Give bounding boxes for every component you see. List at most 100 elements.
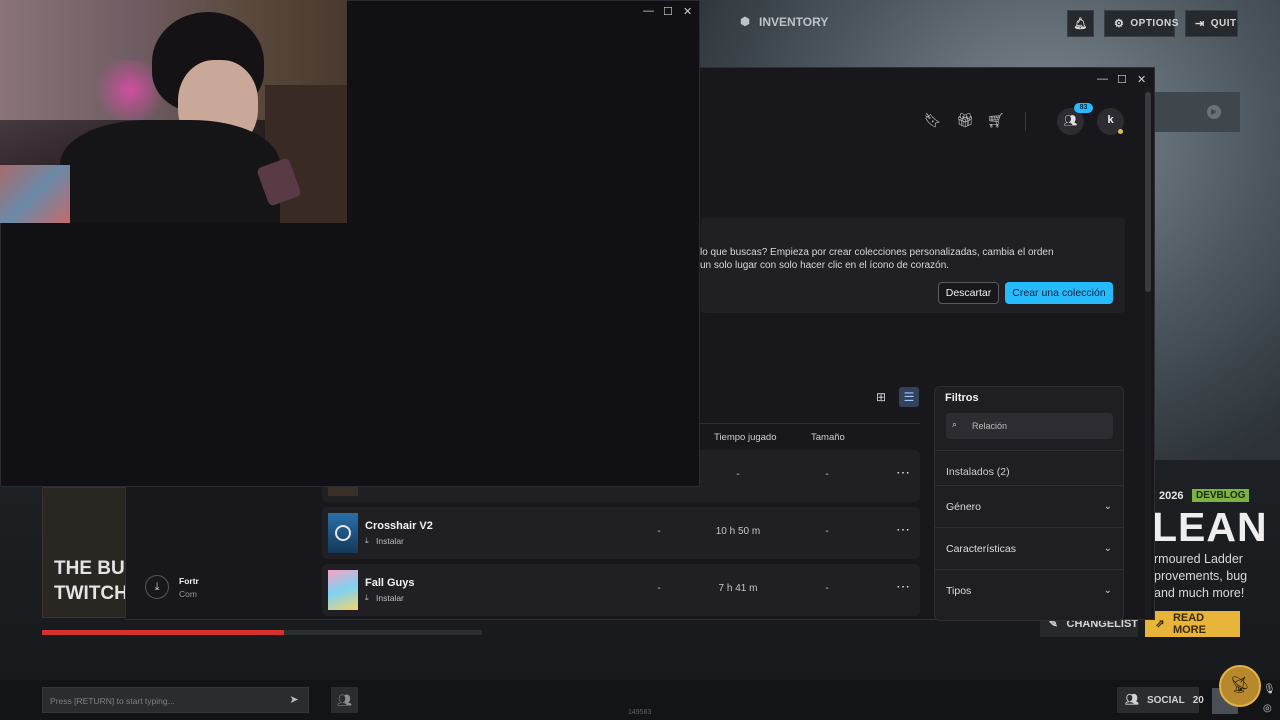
social-count: 20 bbox=[1192, 694, 1204, 706]
options-label: OPTIONS bbox=[1130, 18, 1179, 29]
read-more-label: READ MORE bbox=[1172, 612, 1206, 636]
minimize-icon[interactable]: — bbox=[643, 5, 654, 17]
list-view-button[interactable]: ☰ bbox=[899, 387, 919, 407]
install-icon[interactable]: ⤓ bbox=[365, 536, 369, 546]
inventory-tab[interactable]: ⬢ INVENTORY bbox=[738, 15, 828, 29]
play-icon: ▶ bbox=[1207, 105, 1221, 119]
filter-types[interactable]: Tipos ⌄ bbox=[935, 569, 1123, 611]
read-more-button[interactable]: ⇗ READ MORE bbox=[1145, 611, 1240, 637]
download-title: Fortr bbox=[179, 576, 199, 586]
broadcast-button[interactable]: 📡︎ bbox=[1219, 665, 1261, 707]
box-icon: ⬢ bbox=[740, 16, 750, 28]
promo-line-2: TWITCH bbox=[54, 583, 128, 604]
game-played: 7 h 41 m bbox=[718, 583, 758, 594]
devblog-badge: DEVBLOG bbox=[1192, 489, 1250, 502]
add-user-icon: 👥︎ bbox=[336, 693, 353, 707]
exit-icon: ⇥ bbox=[1195, 17, 1205, 30]
create-collection-button[interactable]: Crear una colección bbox=[1005, 282, 1113, 304]
more-options-icon[interactable]: ⋯ bbox=[896, 464, 910, 481]
filters-title: Filtros bbox=[945, 392, 979, 404]
friends-icon: 👥︎ bbox=[1063, 115, 1078, 127]
download-subtitle: Com bbox=[179, 589, 197, 599]
minimize-icon[interactable]: — bbox=[1097, 73, 1108, 85]
add-friend-button[interactable]: 👥︎ bbox=[331, 687, 358, 713]
wishlist-icon[interactable]: 🔖︎ bbox=[924, 112, 942, 129]
friends-icon: 👥︎ bbox=[1125, 694, 1139, 706]
filter-features[interactable]: Características ⌄ bbox=[935, 527, 1123, 569]
chat-input[interactable]: Press [RETURN] to start typing... ➤ bbox=[42, 687, 309, 713]
webcam-person-body bbox=[60, 120, 280, 223]
close-icon[interactable]: ✕ bbox=[1137, 73, 1146, 86]
game-played: 10 h 50 m bbox=[715, 526, 761, 537]
news-progress-track bbox=[42, 630, 482, 635]
close-icon[interactable]: ✕ bbox=[683, 5, 692, 18]
search-icon: ⌕ bbox=[952, 419, 958, 429]
dismiss-button[interactable]: Descartar bbox=[938, 282, 999, 304]
chevron-down-icon: ⌄ bbox=[1103, 585, 1112, 596]
filter-genre[interactable]: Género ⌄ bbox=[935, 485, 1123, 527]
bottom-bar: Press [RETURN] to start typing... ➤ 👥︎ 1… bbox=[0, 665, 1280, 720]
banner-text-line-2: un solo lugar con solo hacer clic en el … bbox=[700, 260, 950, 271]
game-col1: - bbox=[657, 526, 661, 537]
scrollbar-thumb[interactable] bbox=[1145, 92, 1151, 292]
settings-small-icon[interactable]: ◎ bbox=[1263, 703, 1272, 714]
install-icon[interactable]: ⤓ bbox=[365, 593, 369, 603]
maximize-icon[interactable]: ☐ bbox=[1117, 73, 1127, 86]
game-played: - bbox=[736, 469, 740, 480]
maximize-icon[interactable]: ☐ bbox=[663, 5, 673, 18]
online-status-dot bbox=[1118, 129, 1123, 134]
install-label[interactable]: Instalar bbox=[376, 593, 404, 603]
filter-installed-label: Instalados (2) bbox=[946, 465, 1010, 478]
social-label: SOCIAL bbox=[1146, 694, 1185, 706]
promo-tile[interactable]: THE BU TWITCH bbox=[42, 487, 128, 618]
social-button[interactable]: 👥︎ SOCIAL 20 bbox=[1117, 687, 1204, 713]
filter-search-input[interactable]: ⌕ Relación bbox=[946, 413, 1113, 439]
crosshair-icon bbox=[335, 525, 351, 541]
gift-icon[interactable]: 🎁︎ bbox=[956, 112, 974, 129]
microphone-icon[interactable]: 🎙︎ bbox=[1263, 684, 1276, 695]
collections-banner: lo que buscas? Empieza por crear colecci… bbox=[700, 218, 1125, 313]
news-progress-fill bbox=[42, 630, 284, 635]
notifications-button[interactable]: 🔔︎ bbox=[1067, 10, 1094, 37]
friends-badge: 83 bbox=[1074, 103, 1093, 113]
send-icon[interactable]: ➤ bbox=[287, 693, 301, 707]
cart-icon[interactable]: 🛒︎ bbox=[987, 112, 1005, 129]
game-thumbnail bbox=[328, 570, 358, 610]
game-col1: - bbox=[657, 583, 661, 594]
chat-placeholder: Press [RETURN] to start typing... bbox=[50, 696, 175, 706]
avatar-initial: k bbox=[1107, 114, 1114, 126]
game-row[interactable]: Crosshair V2 ⤓ Instalar - 10 h 50 m - ⋯ bbox=[322, 507, 920, 559]
gear-icon: ⚙ bbox=[1114, 17, 1125, 30]
filter-types-label: Tipos bbox=[946, 584, 972, 597]
filter-search-placeholder: Relación bbox=[972, 421, 1008, 431]
game-title: Fall Guys bbox=[365, 577, 415, 589]
server-panel: ▶ bbox=[1140, 92, 1240, 132]
options-button[interactable]: ⚙ OPTIONS bbox=[1104, 10, 1178, 37]
quit-button[interactable]: ⇥ QUIT bbox=[1185, 10, 1238, 37]
download-indicator[interactable]: ⤓ Fortr Com bbox=[145, 574, 200, 604]
news-line-2: provements, bug bbox=[1154, 569, 1248, 583]
more-options-icon[interactable]: ⋯ bbox=[896, 578, 910, 595]
header-divider bbox=[1025, 112, 1026, 131]
footer-number: 149583 bbox=[628, 709, 652, 716]
filter-features-label: Características bbox=[946, 542, 1017, 555]
more-options-icon[interactable]: ⋯ bbox=[896, 521, 910, 538]
game-title: Crosshair V2 bbox=[365, 520, 433, 532]
column-played[interactable]: Tiempo jugado bbox=[714, 432, 777, 443]
column-size[interactable]: Tamaño bbox=[811, 432, 845, 443]
news-headline: LEAN bbox=[1152, 504, 1268, 550]
game-row[interactable]: Fall Guys ⤓ Instalar - 7 h 41 m - ⋯ bbox=[322, 564, 920, 616]
quit-label: QUIT bbox=[1210, 18, 1237, 29]
column-divider bbox=[700, 423, 920, 424]
game-size: - bbox=[825, 526, 829, 537]
external-link-icon: ⇗ bbox=[1155, 618, 1165, 630]
bell-icon: 🔔︎ bbox=[1073, 17, 1088, 30]
news-date: 2026 bbox=[1159, 490, 1184, 502]
list-view-icon: ☰ bbox=[903, 390, 915, 404]
install-label[interactable]: Instalar bbox=[376, 536, 404, 546]
inventory-label: INVENTORY bbox=[759, 15, 829, 29]
news-line-1: rmoured Ladder bbox=[1154, 552, 1243, 566]
game-thumbnail bbox=[328, 513, 358, 553]
scrollbar-track[interactable] bbox=[1145, 88, 1151, 618]
grid-view-icon[interactable]: ⊞ bbox=[876, 390, 886, 404]
